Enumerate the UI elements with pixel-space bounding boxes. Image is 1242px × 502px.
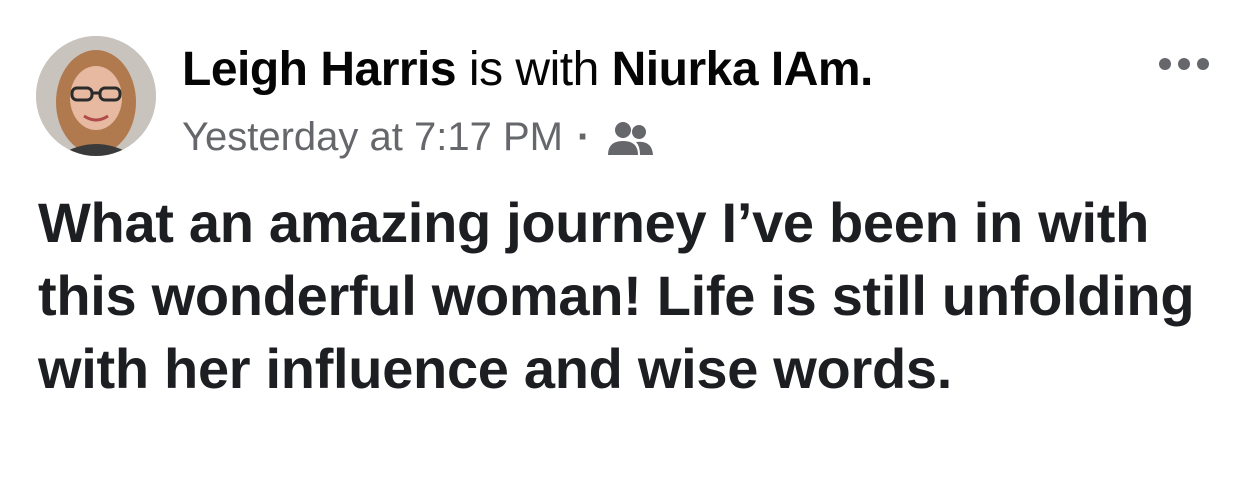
friends-icon[interactable] xyxy=(606,117,656,157)
meta-separator: · xyxy=(576,115,591,159)
timestamp[interactable]: Yesterday at 7:17 PM xyxy=(182,108,563,166)
author-name[interactable]: Leigh Harris xyxy=(182,43,457,96)
more-options-button[interactable] xyxy=(1152,48,1216,80)
avatar[interactable] xyxy=(36,36,156,156)
post-meta: Yesterday at 7:17 PM · xyxy=(182,108,656,166)
tagged-name[interactable]: Niurka IAm xyxy=(612,43,861,96)
header-period: . xyxy=(860,43,873,96)
with-text: is with xyxy=(468,43,599,96)
more-horizontal-icon xyxy=(1159,58,1209,70)
post-header: Leigh Harris is with Niurka IAm. xyxy=(182,38,873,102)
avatar-photo xyxy=(36,36,156,156)
post-body: What an amazing journey I’ve been in wit… xyxy=(38,191,1195,400)
post: Leigh Harris is with Niurka IAm. Yesterd… xyxy=(0,0,1242,502)
